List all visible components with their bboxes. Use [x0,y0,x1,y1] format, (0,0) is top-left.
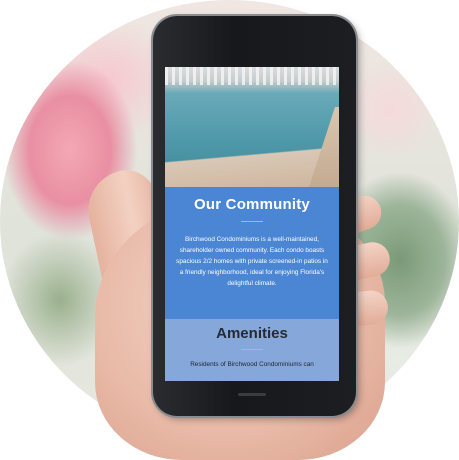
community-accent-rule [241,221,263,222]
phone-screen[interactable]: Our Community Birchwood Condominiums is … [165,67,339,381]
pool-fence [165,67,339,85]
swimming-pool-photo [165,67,339,187]
our-community-section: Our Community Birchwood Condominiums is … [165,187,339,319]
pool-deck [309,107,339,187]
amenities-title: Amenities [216,325,288,342]
amenities-section: Amenities Residents of Birchwood Condomi… [165,319,339,381]
amenities-accent-rule [241,349,263,350]
phone-home-indicator [238,393,266,396]
amenities-description: Residents of Birchwood Condominiums can [190,361,314,368]
community-title: Our Community [194,196,310,213]
community-description: Birchwood Condominiums is a well-maintai… [176,236,328,287]
